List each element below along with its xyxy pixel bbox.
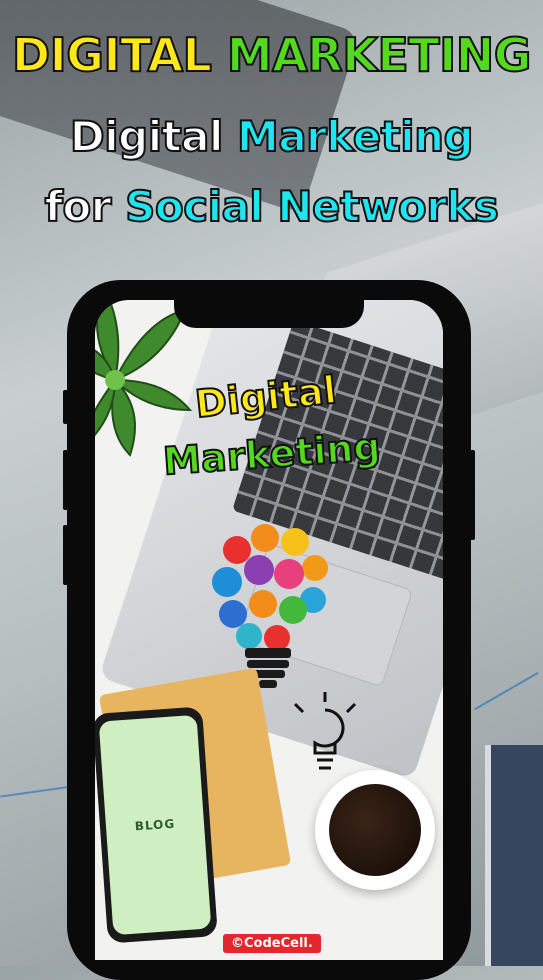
headline-line-2: Digital Marketing [0, 111, 543, 162]
phone-side-button [63, 390, 68, 424]
plant-icon [95, 300, 193, 457]
headline-marketing-2: Marketing [236, 111, 475, 162]
phone-volume-down [63, 525, 68, 585]
background-panel [485, 745, 543, 966]
phone-frame: Digital Marketing BLOG ©CodeCell. [63, 280, 475, 980]
phone-screen: Digital Marketing BLOG ©CodeCell. [95, 300, 443, 960]
lightbulb-icon [212, 524, 328, 688]
phone-volume-up [63, 450, 68, 510]
headline-digital: DIGITAL [11, 27, 213, 83]
background-line [474, 671, 539, 711]
coffee [329, 784, 421, 876]
phone-power-button [470, 450, 475, 540]
coffee-cup-icon [315, 770, 435, 890]
headline-marketing: MARKETING [226, 27, 533, 83]
headline-line-3: for Social Networks [0, 181, 543, 232]
headline-line-1: DIGITAL MARKETING [0, 27, 543, 83]
mini-phone-screen: BLOG [98, 714, 212, 936]
headline-for: for [44, 181, 113, 232]
phone-notch [174, 300, 364, 328]
headline-digital-2: Digital [69, 111, 225, 162]
mini-phone-blog-text: BLOG [134, 816, 176, 834]
headline-social-networks: Social Networks [124, 181, 500, 232]
copyright-badge: ©CodeCell. [223, 934, 321, 953]
phone-icon: BLOG [95, 706, 218, 944]
idea-doodle-icon [293, 692, 357, 770]
